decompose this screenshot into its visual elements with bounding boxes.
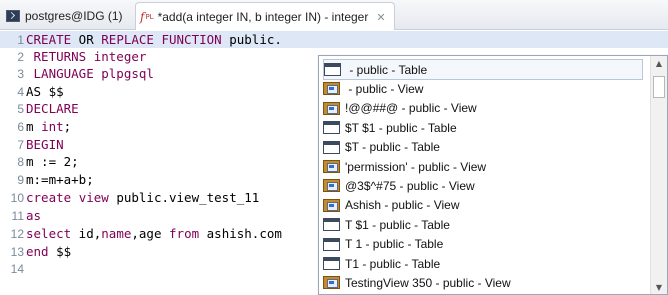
- line-number: 2: [17, 49, 24, 64]
- view-icon: [323, 160, 340, 173]
- line-number: 4: [17, 84, 24, 99]
- line-number: 14: [10, 261, 24, 276]
- autocomplete-item-label: TestingView 350 - public - View: [345, 275, 511, 290]
- autocomplete-item[interactable]: $T $1 - public - Table: [323, 117, 643, 138]
- line-number: 13: [10, 244, 24, 259]
- sql-keyword: create: [26, 190, 72, 205]
- table-icon: [324, 63, 341, 76]
- editor-tab-bar: postgres@IDG (1) f PL *add(a integer IN, …: [0, 0, 668, 31]
- code-text: id,: [71, 226, 102, 241]
- autocomplete-popup: ▲ ▼ - public - Table - public - View !@@#…: [318, 55, 668, 295]
- scroll-down-arrow-icon[interactable]: ▼: [651, 280, 667, 294]
- autocomplete-item-label: @3$^#75 - public - View: [345, 178, 475, 193]
- popup-scrollbar[interactable]: ▲ ▼: [650, 56, 667, 294]
- code-text: public.: [221, 32, 282, 47]
- view-icon: [323, 82, 340, 96]
- autocomplete-item-label: Ashish - public - View: [345, 198, 460, 213]
- code-text: AS $$: [26, 84, 64, 99]
- code-text: ashish.com: [199, 226, 282, 241]
- sql-keyword: int: [41, 119, 64, 134]
- code-text: ,age: [131, 226, 170, 241]
- autocomplete-item[interactable]: T1 - public - Table: [323, 253, 643, 274]
- sql-keyword: FUNCTION: [161, 32, 222, 47]
- line-number: 6: [17, 119, 24, 134]
- code-text: ;: [63, 119, 72, 134]
- autocomplete-item[interactable]: - public - View: [323, 78, 643, 99]
- scroll-up-arrow-icon[interactable]: ▲: [651, 56, 667, 70]
- sql-keyword: REPLACE: [101, 32, 154, 47]
- table-icon: [323, 121, 340, 135]
- line-number: 7: [17, 137, 24, 152]
- scroll-thumb[interactable]: [653, 76, 665, 98]
- line-number: 9: [17, 172, 24, 187]
- code-text: public.view_test_11: [108, 190, 260, 205]
- line-number: 1: [17, 32, 24, 47]
- autocomplete-item[interactable]: !@@##@ - public - View: [323, 98, 643, 119]
- line-number: 3: [17, 66, 24, 81]
- view-icon: [323, 101, 340, 115]
- line-number: 10: [10, 190, 24, 205]
- autocomplete-item-label: T1 - public - Table: [345, 256, 441, 271]
- code-text: m:=m+a+b;: [26, 172, 94, 187]
- function-icon-letter: f: [140, 10, 145, 24]
- tab-sql-console[interactable]: postgres@IDG (1): [6, 2, 123, 30]
- sql-keyword: LANGUAGE plpgsql: [26, 66, 154, 81]
- terminal-icon: [6, 10, 20, 22]
- close-tab-icon[interactable]: ✕: [376, 11, 385, 24]
- line-number: 8: [17, 154, 24, 169]
- sql-keyword: RETURNS integer: [26, 49, 147, 64]
- view-icon: [323, 198, 340, 212]
- code-text: m := 2;: [26, 154, 79, 169]
- sql-keyword: from: [169, 226, 200, 241]
- code-text: $$: [48, 244, 72, 259]
- autocomplete-item[interactable]: TestingView 350 - public - View: [323, 272, 643, 293]
- sql-keyword: select: [26, 226, 72, 241]
- autocomplete-item-label: - public - Table: [346, 62, 428, 77]
- autocomplete-item[interactable]: @3$^#75 - public - View: [323, 175, 643, 196]
- function-icon: f PL: [140, 10, 154, 24]
- sql-keyword: as: [26, 208, 42, 223]
- autocomplete-item[interactable]: 'permission' - public - View: [323, 156, 643, 177]
- autocomplete-item-label: !@@##@ - public - View: [345, 101, 477, 116]
- tab-function-editor[interactable]: f PL *add(a integer IN, b integer IN) - i…: [135, 2, 395, 31]
- line-number: 12: [10, 226, 24, 241]
- autocomplete-item-label: T 1 - public - Table: [345, 237, 444, 252]
- autocomplete-item[interactable]: Ashish - public - View: [323, 195, 643, 216]
- view-icon: [323, 276, 340, 290]
- tab-function-editor-label: *add(a integer IN, b integer IN) - integ…: [157, 10, 369, 24]
- sql-keyword: BEGIN: [26, 137, 64, 152]
- sql-keyword: DECLARE: [26, 101, 79, 116]
- code-text: OR: [71, 32, 102, 47]
- line-number: 5: [17, 101, 24, 116]
- view-icon: [323, 179, 340, 193]
- table-icon: [323, 257, 340, 270]
- table-icon: [323, 140, 340, 154]
- autocomplete-item-label: $T - public - Table: [345, 140, 440, 155]
- autocomplete-item-label: 'permission' - public - View: [345, 159, 487, 174]
- table-icon: [323, 237, 340, 251]
- table-icon: [323, 218, 340, 232]
- autocomplete-item[interactable]: - public - Table: [323, 59, 643, 80]
- code-line[interactable]: 1 CREATE OR REPLACE FUNCTION public.: [0, 31, 668, 48]
- autocomplete-item[interactable]: $T - public - Table: [323, 137, 643, 158]
- code-text: m: [26, 119, 42, 134]
- sql-keyword: name: [101, 226, 132, 241]
- autocomplete-item[interactable]: T 1 - public - Table: [323, 234, 643, 255]
- autocomplete-item[interactable]: T $1 - public - Table: [323, 214, 643, 235]
- autocomplete-item-label: - public - View: [345, 81, 424, 96]
- function-icon-sub: PL: [145, 13, 154, 21]
- sql-keyword: end: [26, 244, 49, 259]
- tab-sql-console-label: postgres@IDG (1): [25, 9, 123, 23]
- sql-keyword: CREATE: [26, 32, 72, 47]
- autocomplete-item-label: $T $1 - public - Table: [345, 120, 457, 135]
- line-number: 11: [11, 208, 24, 223]
- autocomplete-item-label: T $1 - public - Table: [345, 217, 450, 232]
- sql-keyword: view: [78, 190, 109, 205]
